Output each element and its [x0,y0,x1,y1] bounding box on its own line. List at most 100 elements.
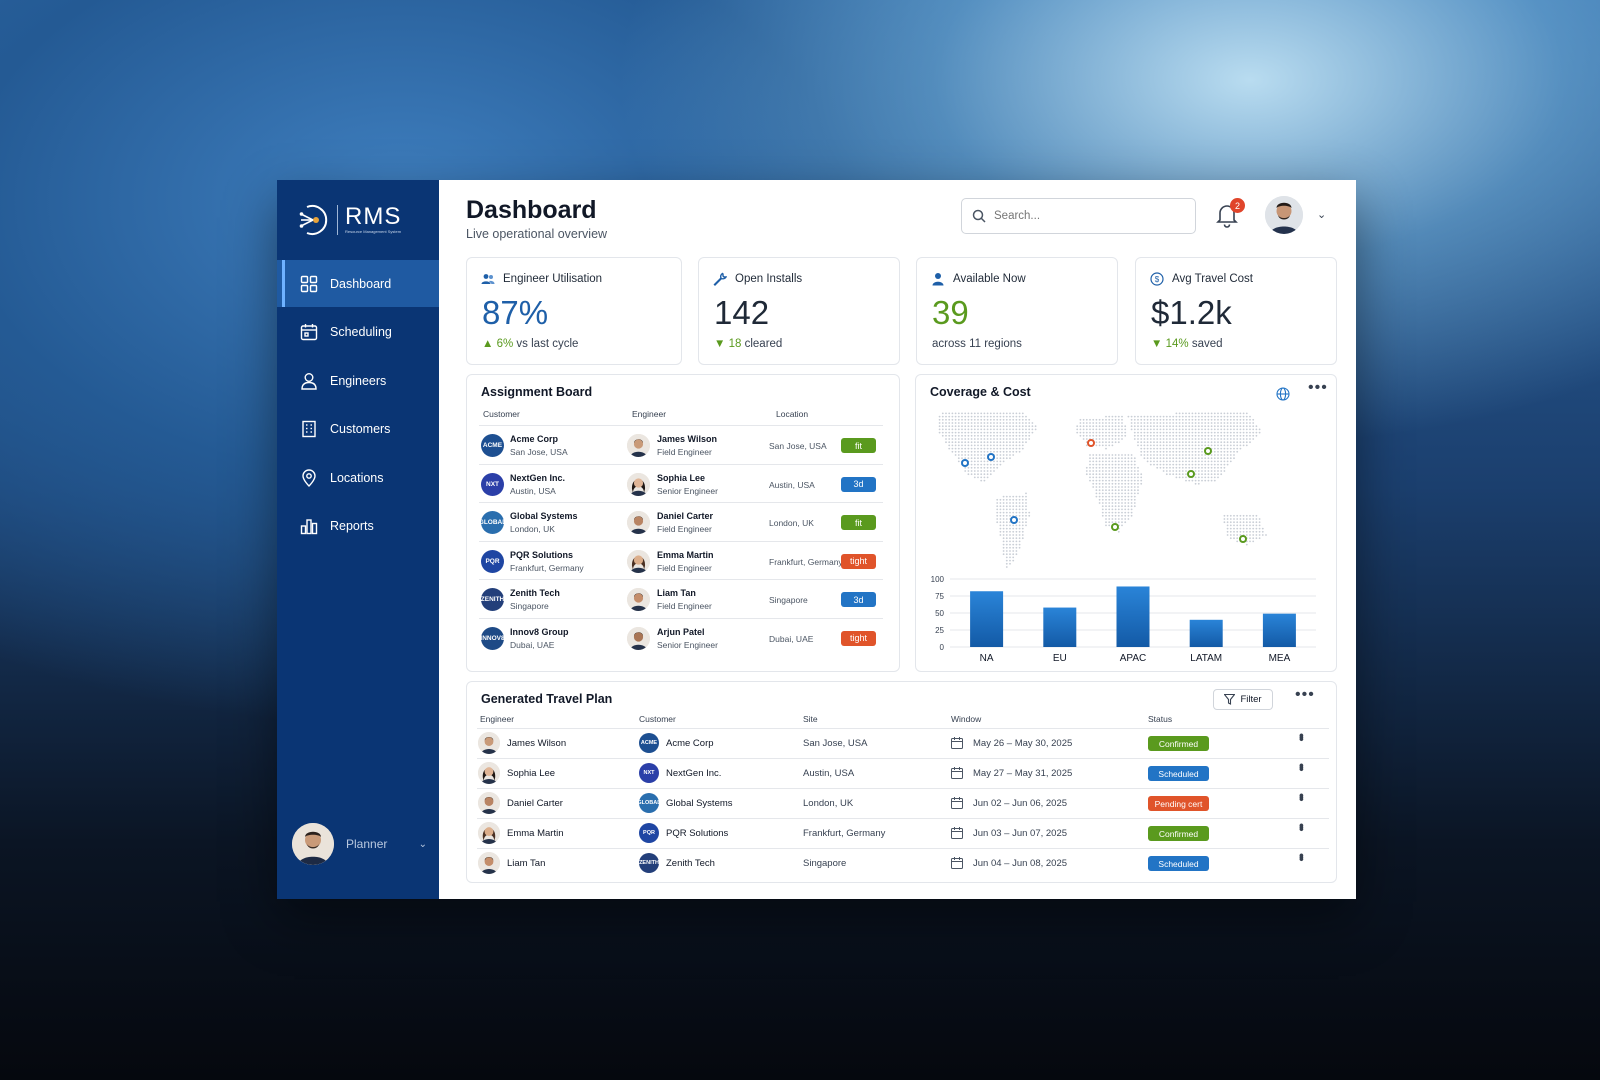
kpi-delta-text: across 11 regions [932,338,1022,350]
bar-chart-icon [299,516,319,536]
filter-button[interactable]: Filter [1213,689,1273,710]
customer-logo-icon: ZENITH [481,588,504,611]
location-pin[interactable] [1187,470,1195,478]
customer-logo-text: NXT [486,480,499,488]
table-row[interactable]: Liam Tan ZENITH Zenith Tech Singapore Ju… [477,848,1329,878]
window-text: May 26 – May 30, 2025 [973,738,1073,749]
bar-na[interactable] [970,591,1004,647]
avatar [478,762,500,784]
location-pin[interactable] [1010,516,1018,524]
grid-icon [299,274,319,294]
bar-apac[interactable] [1116,586,1150,647]
sidebar-item-engineers[interactable]: Engineers [277,357,439,404]
table-row[interactable]: Daniel Carter GLOBAL Global Systems Lond… [477,788,1329,818]
sidebar-item-label: Reports [330,519,374,533]
table-row[interactable]: ZENITH Zenith Tech Singapore Liam Tan Fi… [479,579,883,618]
sidebar-item-customers[interactable]: Customers [277,406,439,453]
customer-location: Dubai, UAE [510,639,555,650]
table-row[interactable]: GLOBAL Global Systems London, UK Daniel … [479,502,883,541]
customer-name: Global Systems [510,511,578,521]
main-content: Dashboard Live operational overview 2 ⌄ … [439,180,1356,899]
sidebar-item-reports[interactable]: Reports [277,503,439,550]
table-row[interactable]: James Wilson ACME Acme Corp San Jose, US… [477,728,1329,758]
engineer-role: Field Engineer [657,562,712,573]
status-badge: Scheduled [1148,766,1209,781]
calendar-icon [951,737,963,749]
users-icon [481,274,495,284]
site-text: Frankfurt, Germany [803,828,886,839]
kpi-card-travel-cost: $ Avg Travel Cost $1.2k ▼ 14% saved [1135,257,1337,365]
location-pin[interactable] [1111,523,1119,531]
table-row[interactable]: PQR PQR Solutions Frankfurt, Germany Emm… [479,540,883,580]
location-pin[interactable] [1087,439,1095,447]
table-row[interactable]: NXT NextGen Inc. Austin, USA Sophia Lee … [479,463,883,503]
table-row[interactable]: INNOV8 Innov8 Group Dubai, UAE Arjun Pat… [479,617,883,657]
customer-name: Zenith Tech [510,588,560,598]
customer-name: PQR Solutions [510,549,573,560]
table-row[interactable]: ACME Acme Corp San Jose, USA James Wilso… [479,425,883,464]
sidebar-item-dashboard[interactable]: Dashboard [277,260,439,307]
window-text: Jun 04 – Jun 08, 2025 [973,858,1068,869]
fit-tag: tight [841,630,876,646]
row-menu-icon[interactable]: ••• [1294,793,1310,799]
avatar [627,434,650,457]
row-menu-icon[interactable]: ••• [1294,853,1310,859]
globe-icon[interactable] [1276,387,1290,401]
calendar-icon [951,797,963,809]
location-pin[interactable] [1239,535,1247,543]
bar-mea[interactable] [1262,613,1296,647]
more-options-icon[interactable]: ••• [1308,379,1328,397]
arrow-down-icon: ▼ [1151,338,1163,350]
table-row[interactable]: Sophia Lee NXT NextGen Inc. Austin, USA … [477,758,1329,788]
row-menu-icon[interactable]: ••• [1294,733,1310,739]
kpi-value: 87% [482,294,549,331]
chevron-down-icon[interactable]: ⌄ [1317,208,1326,221]
avatar [627,472,650,496]
customer-location: London, UK [510,524,555,534]
status-badge: Confirmed [1148,826,1209,841]
engineer-role: Senior Engineer [657,639,718,650]
kpi-value: 39 [932,294,969,331]
engineer-name: Daniel Carter [657,511,714,521]
location-pin[interactable] [987,453,995,461]
more-options-icon[interactable]: ••• [1295,686,1315,704]
kpi-delta-text: saved [1191,338,1223,350]
engineer-name: Liam Tan [657,588,696,598]
app-logo[interactable]: RMS Resource Management System [277,180,439,260]
kpi-delta: ▼ 18 cleared [714,338,782,350]
sidebar-item-label: Scheduling [330,325,392,339]
x-tick-label: MEA [1269,653,1291,664]
location-pin[interactable] [1204,447,1212,455]
customer-name: Acme Corp [510,434,559,444]
customer-logo-text: ZENITH [480,596,505,603]
fit-tag: tight [841,553,876,569]
calendar-icon [299,322,319,342]
row-menu-icon[interactable]: ••• [1294,823,1310,829]
user-menu[interactable]: Planner ⌄ [292,823,427,865]
search-box[interactable] [961,198,1196,234]
sidebar-item-locations[interactable]: Locations [277,454,439,501]
sidebar-item-scheduling[interactable]: Scheduling [277,309,439,356]
search-input[interactable] [994,210,1174,222]
row-menu-icon[interactable]: ••• [1294,763,1310,769]
table-row[interactable]: Emma Martin PQR PQR Solutions Frankfurt,… [477,818,1329,848]
bar-latam[interactable] [1189,619,1223,647]
avatar[interactable] [1265,196,1303,234]
engineer-name: Emma Martin [657,549,714,560]
sidebar-item-label: Engineers [330,373,387,388]
column-header: Window [951,714,982,724]
fit-tag: fit [841,438,876,453]
engineer-role: Field Engineer [657,447,712,457]
kpi-delta-text: vs last cycle [516,338,579,350]
fit-tag: 3d [841,476,876,492]
x-tick-label: EU [1053,653,1067,664]
avatar [292,823,334,865]
location-pin[interactable] [961,459,969,467]
customer-logo-icon: GLOBAL [637,793,661,813]
bar-eu[interactable] [1043,607,1077,647]
customer-logo-icon: PQR [639,823,659,843]
customer-logo-icon: ZENITH [639,853,659,873]
kpi-title: $ Avg Travel Cost [1150,272,1253,286]
customer-logo-text: PQR [485,557,500,565]
fit-tag: fit [841,515,876,530]
